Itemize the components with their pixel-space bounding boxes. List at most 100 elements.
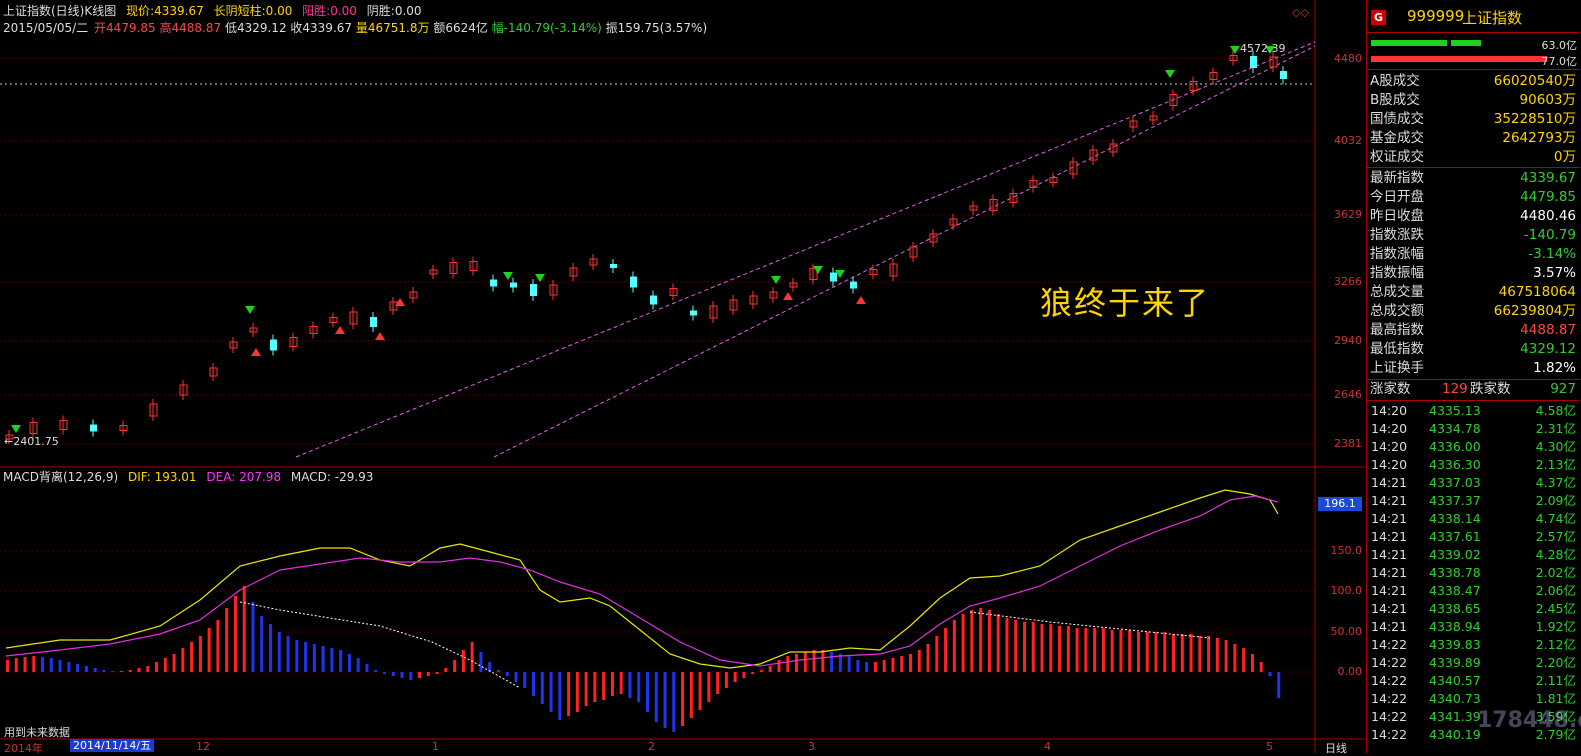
quote-label: 昨日收盘 (1370, 208, 1424, 224)
macd-bar (593, 672, 597, 702)
quote-row: 指数振幅 3.57% (1367, 264, 1580, 283)
kline-chart[interactable] (0, 0, 1366, 753)
macd-bar (1101, 628, 1105, 672)
macd-bar (1066, 626, 1070, 672)
macd-bar (190, 642, 194, 672)
stat-value: 2642793万 (1502, 130, 1576, 146)
quote-row: 昨日收盘 4480.46 (1367, 207, 1580, 226)
low-price-label: ←2401.75 (4, 435, 59, 448)
quote-row: 指数涨幅 -3.14% (1367, 245, 1580, 264)
quote-row: 总成交额 66239804万 (1367, 302, 1580, 321)
month-label: 5 (1266, 740, 1273, 753)
chart-panel[interactable]: 上证指数(日线)K线图 现价:4339.67 长阴短柱:0.00 阳胜:0.00… (0, 0, 1366, 756)
macd-bar (426, 672, 430, 676)
bar-amount: 额6624亿 (433, 21, 488, 35)
macd-bar (637, 672, 641, 702)
bar-volume: 量46751.8万 (355, 21, 430, 35)
month-label: 1 (432, 740, 439, 753)
macd-bar (1224, 640, 1228, 672)
macd-bar (856, 660, 860, 672)
month-label: 2 (648, 740, 655, 753)
stat-label: 权证成交 (1370, 149, 1424, 165)
tick-price: 4338.94 (1429, 619, 1481, 634)
macd-bar (514, 672, 518, 682)
quote-label: 指数涨幅 (1370, 246, 1424, 262)
tick-time: 14:22 (1371, 655, 1408, 670)
macd-bar (803, 652, 807, 672)
tick-time: 14:22 (1371, 673, 1408, 688)
macd-bar (786, 656, 790, 672)
chart-options-icon[interactable]: ◇◇ (1292, 6, 1309, 19)
macd-value: MACD: -29.93 (290, 470, 374, 484)
bar1-value: 63.0亿 (1541, 39, 1578, 52)
tick-volume: 2.06亿 (1535, 583, 1576, 598)
macd-bar (733, 672, 737, 682)
macd-bar (146, 666, 150, 672)
macd-title: MACD背离(12,26,9) (3, 470, 119, 484)
chart-header-line2: 2015/05/05/二 开4479.85 高4488.87 低4329.12 … (3, 21, 713, 35)
tick-price: 4339.02 (1429, 547, 1481, 562)
macd-bar (1189, 634, 1193, 672)
tick-time: 14:21 (1371, 475, 1408, 490)
candle-body (530, 284, 537, 296)
stat-row: A股成交 66020540万 (1367, 72, 1580, 91)
tick-price: 4339.89 (1429, 655, 1481, 670)
macd-bar (286, 636, 290, 672)
macd-bar (716, 672, 720, 694)
month-label: 2014年 (4, 742, 43, 755)
macd-bar (865, 662, 869, 672)
tick-row: 14:22 4340.57 2.11亿 (1367, 672, 1580, 689)
macd-bar (558, 672, 562, 720)
macd-bar (58, 660, 62, 672)
stat-label: B股成交 (1370, 92, 1420, 108)
quote-value: -140.79 (1523, 227, 1576, 243)
chart-header-line1: 上证指数(日线)K线图 现价:4339.67 长阴短柱:0.00 阳胜:0.00… (3, 4, 428, 18)
yin-value: 0.00 (394, 4, 422, 18)
macd-bar (312, 644, 316, 672)
macd-bar (102, 670, 106, 672)
macd-bar (374, 670, 378, 672)
tick-row: 14:21 4339.02 4.28亿 (1367, 546, 1580, 563)
macd-bar (1110, 630, 1114, 672)
macd-bar (952, 620, 956, 672)
tick-row: 14:20 4336.00 4.30亿 (1367, 438, 1580, 455)
quote-value: 4479.85 (1520, 189, 1576, 205)
watermark: 178448.com (1477, 708, 1581, 733)
sell-arrow-icon (245, 306, 255, 314)
macd-bar (67, 662, 71, 672)
macd-dif: DIF: 193.01 (127, 470, 197, 484)
macd-bar (882, 660, 886, 672)
macd-axis-label: 100.0 (1330, 584, 1363, 597)
month-label: 3 (808, 740, 815, 753)
price-axis-label: 3266 (1334, 275, 1362, 288)
macd-bar (996, 614, 1000, 672)
index-code: 999999 (1407, 7, 1465, 25)
bar-amplitude: 振159.75(3.57%) (605, 21, 708, 35)
macd-bar (768, 666, 772, 672)
macd-bar (225, 608, 229, 672)
trend-line (295, 41, 1316, 458)
tick-time: 14:21 (1371, 547, 1408, 562)
period-label[interactable]: 日线 (1325, 740, 1347, 756)
candle-body (690, 310, 697, 316)
g-badge-icon: G (1371, 10, 1386, 25)
stat-value: 66020540万 (1493, 73, 1576, 89)
macd-dea: DEA: 207.98 (206, 470, 282, 484)
tick-time: 14:20 (1371, 421, 1408, 436)
bar-change: 幅-140.79(-3.14%) (491, 21, 602, 35)
macd-bar (216, 620, 220, 672)
macd-bar (663, 672, 667, 728)
macd-bar (575, 672, 579, 712)
macd-bar (1207, 636, 1211, 672)
quote-value: 4488.87 (1520, 322, 1576, 338)
candle-body (490, 279, 497, 287)
macd-axis-label: 0.00 (1337, 665, 1363, 678)
tick-price: 4336.30 (1429, 457, 1481, 472)
stat-value: 0万 (1553, 149, 1576, 165)
quote-row: 今日开盘 4479.85 (1367, 188, 1580, 207)
current-label: 现价: (126, 4, 155, 18)
decline-label: 跌家数 (1470, 381, 1511, 397)
price-axis-label: 2381 (1334, 437, 1362, 450)
macd-axis-label: 50.00 (1330, 625, 1363, 638)
macd-bar (1075, 628, 1079, 672)
